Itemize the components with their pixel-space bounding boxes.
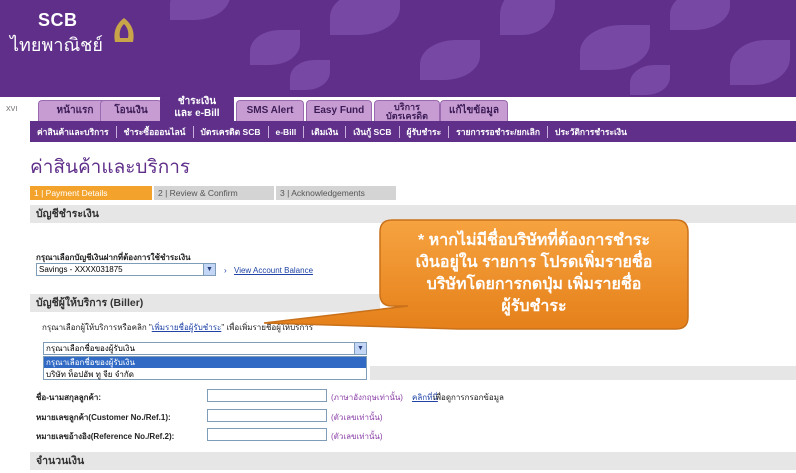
- ref2-input[interactable]: [207, 428, 327, 441]
- biller-select[interactable]: กรุณาเลือกชื่อของผู้รับเงิน ▼: [43, 342, 367, 355]
- amount-section-title: จำนวนเงิน: [30, 452, 796, 470]
- subnav-online-shopping[interactable]: ชำระซื้อออนไลน์: [115, 125, 193, 138]
- customer-name-hint: (ภาษาอังกฤษเท่านั้น): [331, 393, 403, 402]
- ref2-hint: (ตัวเลขเท่านั้น): [331, 432, 383, 441]
- page-root: SCB ไทยพาณิชย์ XVI หน้าแรก โอนเงิน ชำระเ…: [0, 0, 796, 473]
- tab-transfer[interactable]: โอนเงิน: [100, 100, 162, 121]
- logo-text-th: ไทยพาณิชย์: [10, 35, 103, 55]
- decor-petal: [500, 0, 555, 35]
- account-select-value: Savings - XXXX031875: [39, 265, 123, 274]
- tab-label-line2: และ e-Bill: [174, 108, 220, 119]
- tab-label: Easy Fund: [313, 105, 365, 116]
- ref1-hint: (ตัวเลขเท่านั้น): [331, 413, 383, 422]
- biller-option-placeholder[interactable]: กรุณาเลือกชื่อของผู้รับเงิน: [44, 357, 366, 368]
- subnav-pending-cancel[interactable]: รายการรอชำระ/ยกเลิก: [448, 125, 547, 138]
- logo-text-en: SCB: [38, 10, 78, 30]
- decor-petal: [630, 65, 670, 95]
- tab-payment-ebill[interactable]: ชำระเงิน และ e-Bill: [160, 94, 234, 121]
- tab-credit-card[interactable]: บริการ บัตรเครดิต: [374, 100, 440, 121]
- subnav-scb-credit-card[interactable]: บัตรเครดิต SCB: [192, 125, 268, 138]
- ref1-label: หมายเลขลูกค้า(Customer No./Ref.1):: [36, 413, 171, 422]
- ref1-input[interactable]: [207, 409, 327, 422]
- callout-line: บริษัทโดยการกดปุ่ม เพิ่มรายชื่อ: [426, 276, 642, 293]
- tab-edit-profile[interactable]: แก้ไขข้อมูล: [440, 100, 508, 121]
- tab-easy-fund[interactable]: Easy Fund: [306, 100, 372, 121]
- subnav-payment-history[interactable]: ประวัติการชำระเงิน: [547, 125, 634, 138]
- customer-name-input[interactable]: [207, 389, 327, 402]
- help-callout: * หากไม่มีชื่อบริษัทที่ต้องการชำระ เงินอ…: [263, 218, 690, 331]
- chevron-right-icon: ›: [224, 266, 227, 275]
- biller-prompt-before: กรุณาเลือกผู้ให้บริการหรือคลิก ": [42, 323, 152, 332]
- callout-text: * หากไม่มีชื่อบริษัทที่ต้องการชำระ เงินอ…: [378, 230, 690, 318]
- tab-sms-alert[interactable]: SMS Alert: [236, 100, 304, 121]
- customer-name-label: ชื่อ-นามสกุลลูกค้า:: [36, 393, 102, 402]
- subnav-scb-loan[interactable]: เงินกู้ SCB: [345, 125, 398, 138]
- step-review-confirm: 2 | Review & Confirm: [154, 186, 274, 200]
- add-biller-link[interactable]: เพิ่มรายชื่อผู้รับชำระ: [152, 323, 222, 332]
- decor-petal: [170, 0, 230, 20]
- biller-option-topup[interactable]: บริษัท ท็อปอัพ ทู จีย จำกัด: [44, 369, 366, 380]
- subnav-ebill[interactable]: e-Bill: [267, 125, 304, 138]
- tab-label-line2: บัตรเครดิต: [385, 111, 428, 121]
- details-section-bar: [370, 366, 796, 380]
- main-tabs: หน้าแรก โอนเงิน ชำระเงิน และ e-Bill SMS …: [0, 94, 796, 121]
- decor-petal: [580, 25, 650, 70]
- decor-petal: [290, 60, 330, 90]
- subnav-top-up[interactable]: เติมเงิน: [303, 125, 345, 138]
- account-select[interactable]: Savings - XXXX031875 ▼: [36, 263, 216, 276]
- tab-label: หน้าแรก: [56, 105, 94, 116]
- decor-petal: [730, 40, 790, 85]
- decor-petal: [420, 40, 480, 80]
- tab-label: โอนเงิน: [114, 105, 148, 116]
- page-title: ค่าสินค้าและบริการ: [30, 157, 191, 178]
- sub-navigation: ค่าสินค้าและบริการ ชำระซื้อออนไลน์ บัตรเ…: [30, 121, 796, 142]
- tab-label: แก้ไขข้อมูล: [449, 105, 499, 116]
- step-payment-details: 1 | Payment Details: [30, 186, 152, 200]
- biller-select-value: กรุณาเลือกชื่อของผู้รับเงิน: [46, 344, 135, 353]
- tab-label: SMS Alert: [246, 105, 294, 116]
- callout-line: ผู้รับชำระ: [501, 298, 567, 315]
- click-here-after: เพื่อดูการกรอกข้อมูล: [433, 393, 504, 402]
- subnav-goods-services[interactable]: ค่าสินค้าและบริการ: [30, 126, 116, 138]
- callout-line: * หากไม่มีชื่อบริษัทที่ต้องการชำระ: [418, 232, 650, 249]
- decor-petal: [250, 30, 300, 65]
- decor-petal: [670, 0, 730, 30]
- header-banner: SCB ไทยพาณิชย์: [0, 0, 796, 97]
- biller-dropdown-list: กรุณาเลือกชื่อของผู้รับเงิน บริษัท ท็อปอ…: [43, 356, 367, 380]
- scb-emblem-icon: [114, 18, 134, 42]
- decor-petal: [330, 0, 400, 35]
- tab-label-line1: ชำระเงิน: [177, 96, 217, 107]
- callout-line: เงินอยู่ใน รายการ โปรดเพิ่มรายชื่อ: [415, 254, 653, 271]
- subnav-billers[interactable]: ผู้รับชำระ: [398, 125, 449, 138]
- ref2-label: หมายเลขอ้างอิง(Reference No./Ref.2):: [36, 432, 175, 441]
- step-acknowledgements: 3 | Acknowledgements: [276, 186, 396, 200]
- chevron-down-icon: ▼: [203, 264, 215, 275]
- chevron-down-icon: ▼: [354, 343, 366, 354]
